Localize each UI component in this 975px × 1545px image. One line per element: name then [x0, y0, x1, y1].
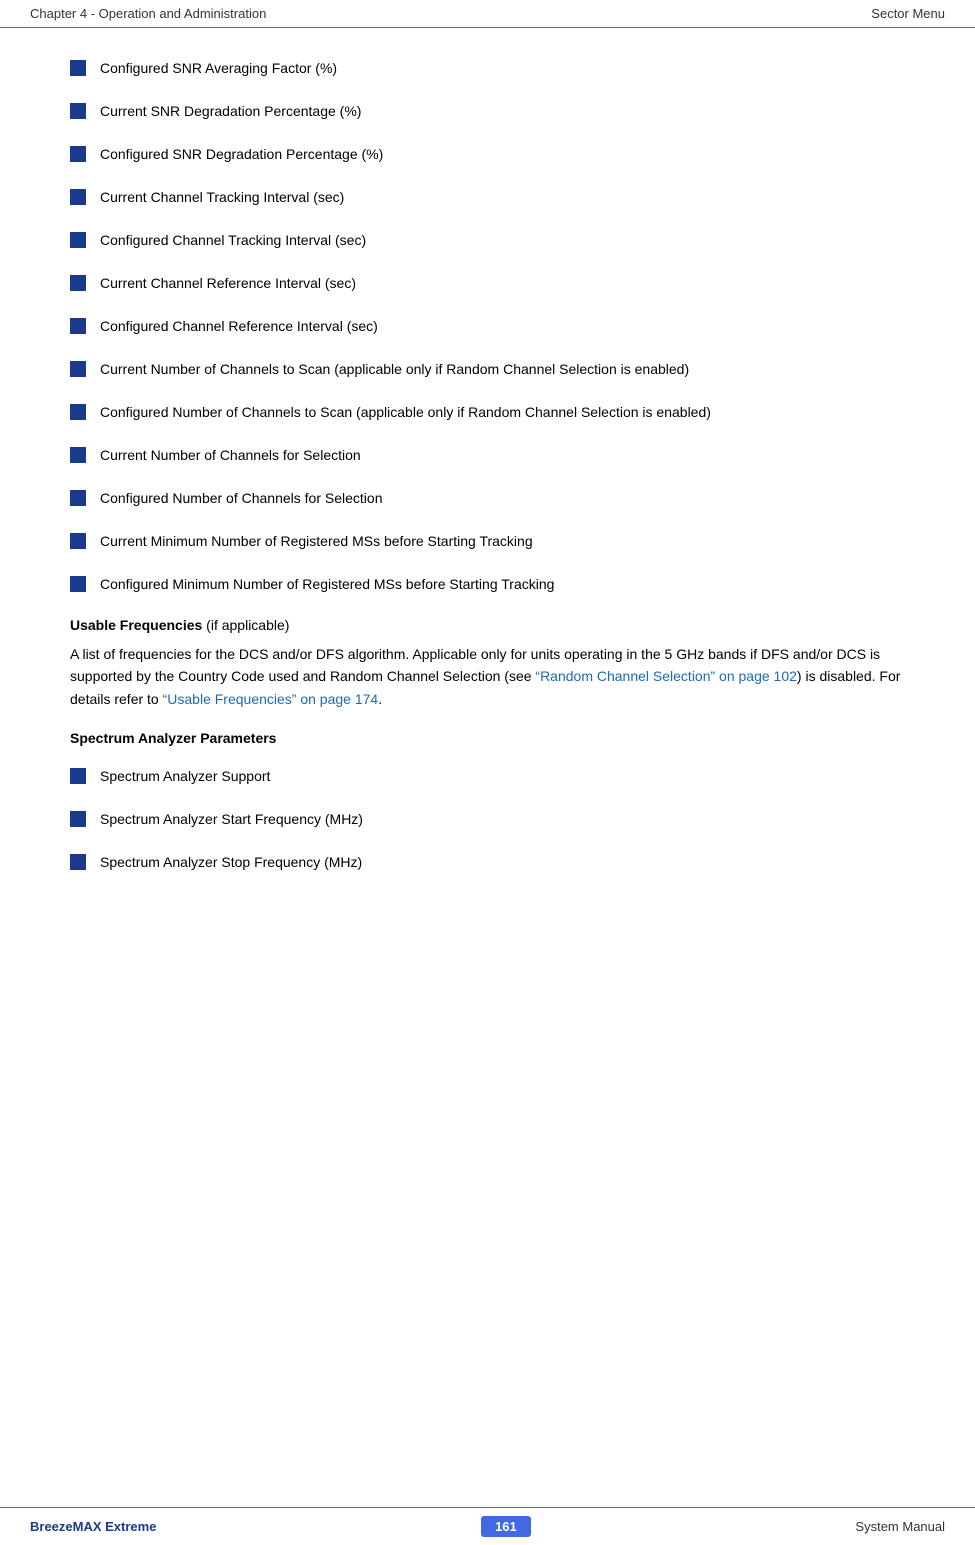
usable-frequencies-heading-bold: Usable Frequencies [70, 617, 202, 633]
bullet-text: Configured SNR Averaging Factor (%) [100, 58, 337, 79]
bullet-text: Spectrum Analyzer Start Frequency (MHz) [100, 809, 363, 830]
bullet-item: Configured SNR Degradation Percentage (%… [70, 144, 905, 165]
bullet-item: Configured Channel Tracking Interval (se… [70, 230, 905, 251]
usable-frequencies-heading-normal: (if applicable) [202, 617, 289, 633]
page-header: Chapter 4 - Operation and Administration… [0, 0, 975, 28]
bullet-icon [70, 768, 86, 784]
bullet-text: Current Number of Channels to Scan (appl… [100, 359, 689, 380]
bullet-item: Current SNR Degradation Percentage (%) [70, 101, 905, 122]
bullet-text: Configured SNR Degradation Percentage (%… [100, 144, 383, 165]
footer-manual-name: System Manual [855, 1519, 945, 1534]
spectrum-bullet-item: Spectrum Analyzer Support [70, 766, 905, 787]
bullet-item: Current Channel Tracking Interval (sec) [70, 187, 905, 208]
bullet-text: Configured Channel Tracking Interval (se… [100, 230, 366, 251]
footer-product-name: BreezeMAX Extreme [30, 1519, 156, 1534]
page-footer: BreezeMAX Extreme 161 System Manual [0, 1507, 975, 1545]
bullet-icon [70, 103, 86, 119]
bullet-icon [70, 533, 86, 549]
bullet-item: Configured Number of Channels to Scan (a… [70, 402, 905, 423]
footer-page-number: 161 [481, 1516, 531, 1537]
bullet-icon [70, 576, 86, 592]
bullet-text: Current Minimum Number of Registered MSs… [100, 531, 533, 552]
bullet-icon [70, 275, 86, 291]
bullet-item: Current Number of Channels to Scan (appl… [70, 359, 905, 380]
paragraph-text-3: . [378, 691, 382, 707]
usable-frequencies-heading: Usable Frequencies (if applicable) [70, 617, 905, 633]
spectrum-bullet-item: Spectrum Analyzer Start Frequency (MHz) [70, 809, 905, 830]
bullet-item: Current Channel Reference Interval (sec) [70, 273, 905, 294]
bullet-icon [70, 318, 86, 334]
spectrum-bullet-item: Spectrum Analyzer Stop Frequency (MHz) [70, 852, 905, 873]
spectrum-bullet-list: Spectrum Analyzer Support Spectrum Analy… [70, 766, 905, 873]
bullet-icon [70, 189, 86, 205]
bullet-icon [70, 854, 86, 870]
bullet-icon [70, 447, 86, 463]
bullet-icon [70, 404, 86, 420]
bullet-text: Configured Minimum Number of Registered … [100, 574, 554, 595]
usable-frequencies-link[interactable]: “Usable Frequencies” on page 174 [163, 691, 379, 707]
bullet-text: Current Number of Channels for Selection [100, 445, 361, 466]
bullet-item: Configured Number of Channels for Select… [70, 488, 905, 509]
random-channel-link[interactable]: “Random Channel Selection” on page 102 [535, 668, 797, 684]
bullet-text: Configured Channel Reference Interval (s… [100, 316, 378, 337]
bullet-icon [70, 232, 86, 248]
bullet-item: Configured SNR Averaging Factor (%) [70, 58, 905, 79]
bullet-icon [70, 60, 86, 76]
bullet-text: Configured Number of Channels for Select… [100, 488, 383, 509]
header-chapter: Chapter 4 - Operation and Administration [30, 6, 266, 21]
bullet-item: Configured Minimum Number of Registered … [70, 574, 905, 595]
bullet-text: Spectrum Analyzer Stop Frequency (MHz) [100, 852, 362, 873]
bullet-text: Spectrum Analyzer Support [100, 766, 270, 787]
bullet-text: Current SNR Degradation Percentage (%) [100, 101, 361, 122]
bullet-item: Current Minimum Number of Registered MSs… [70, 531, 905, 552]
header-section: Sector Menu [871, 6, 945, 21]
usable-frequencies-paragraph: A list of frequencies for the DCS and/or… [70, 643, 905, 710]
bullet-icon [70, 146, 86, 162]
bullet-item: Configured Channel Reference Interval (s… [70, 316, 905, 337]
bullet-text: Current Channel Reference Interval (sec) [100, 273, 356, 294]
bullet-icon [70, 490, 86, 506]
main-bullet-list: Configured SNR Averaging Factor (%) Curr… [70, 58, 905, 595]
spectrum-analyzer-heading: Spectrum Analyzer Parameters [70, 730, 905, 746]
bullet-item: Current Number of Channels for Selection [70, 445, 905, 466]
main-content: Configured SNR Averaging Factor (%) Curr… [0, 28, 975, 975]
bullet-text: Current Channel Tracking Interval (sec) [100, 187, 344, 208]
bullet-icon [70, 361, 86, 377]
bullet-text: Configured Number of Channels to Scan (a… [100, 402, 711, 423]
bullet-icon [70, 811, 86, 827]
